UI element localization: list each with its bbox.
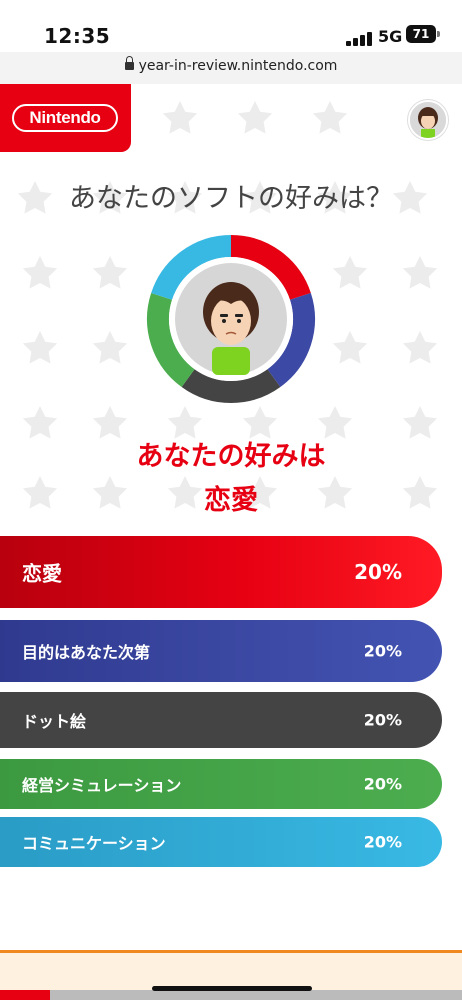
browser-tab-strip xyxy=(0,990,462,1000)
preference-percent: 20% xyxy=(363,710,402,730)
preference-percent: 20% xyxy=(354,560,402,584)
preference-label: 目的はあなた次第 xyxy=(22,643,151,662)
preference-bar-open-ended: 目的はあなた次第 20% xyxy=(0,620,442,682)
mii-avatar-icon xyxy=(410,102,446,138)
result-value: 恋愛 xyxy=(204,485,258,516)
preference-bar-pixel-art: ドット絵 20% xyxy=(0,692,442,748)
signal-icon xyxy=(346,30,374,46)
preference-percent: 20% xyxy=(363,832,402,852)
profile-avatar[interactable] xyxy=(408,100,448,140)
address-bar[interactable]: year-in-review.nintendo.com xyxy=(0,52,462,84)
status-time: 12:35 xyxy=(44,24,111,48)
preference-label: 恋愛 xyxy=(22,561,62,586)
home-indicator[interactable] xyxy=(152,986,312,991)
page-content: Nintendo あなたのソフトの好みは？ あなたの好みは 恋愛 恋愛 20% … xyxy=(0,84,462,1000)
result-label: あなたの好みは xyxy=(136,441,326,472)
preference-bar-management-sim: 経営シミュレーション 20% xyxy=(0,759,442,809)
preference-bar-romance: 恋愛 20% xyxy=(0,536,442,608)
preference-bar-communication: コミュニケーション 20% xyxy=(0,817,442,867)
status-bar: 12:35 5G 71 xyxy=(0,0,462,52)
preference-percent: 20% xyxy=(363,641,402,661)
preference-label: コミュニケーション xyxy=(22,834,166,853)
nintendo-logo: Nintendo xyxy=(12,104,118,132)
url-text: year-in-review.nintendo.com xyxy=(138,58,338,74)
preference-label: ドット絵 xyxy=(22,712,87,731)
preference-percent: 20% xyxy=(363,774,402,794)
lock-icon xyxy=(124,56,134,70)
battery-icon: 71 xyxy=(406,25,440,43)
page-title: あなたのソフトの好みは？ xyxy=(69,183,393,214)
preference-label: 経営シミュレーション xyxy=(22,776,182,795)
preference-donut-chart xyxy=(147,235,315,403)
network-type: 5G xyxy=(378,27,403,46)
nintendo-logo-tab[interactable]: Nintendo xyxy=(0,84,131,152)
